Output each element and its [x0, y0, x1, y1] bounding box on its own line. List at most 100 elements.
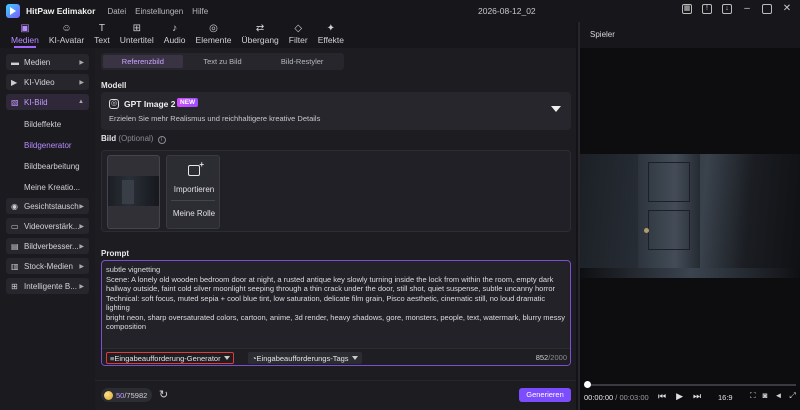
prompt-tags-button[interactable]: ◔ Eingabeaufforderungs-Tags: [248, 352, 362, 364]
menu-bar: Datei Einstellungen Hilfe: [107, 7, 208, 16]
feedback-icon[interactable]: !: [702, 4, 712, 14]
playback-controls: ⏮ ▶ ⏭: [658, 391, 701, 402]
model-description: Erzielen Sie mehr Realismus und reichhal…: [109, 114, 321, 123]
player-title: Spieler: [580, 22, 800, 48]
prompt-section-label: Prompt: [101, 249, 129, 258]
current-time: 00:00:00: [584, 393, 614, 402]
reference-image-thumbnail[interactable]: [107, 155, 160, 229]
chevron-up-icon: ▲: [78, 99, 84, 105]
close-icon[interactable]: ✕: [782, 4, 792, 14]
sidebar-subitem-bildeffekte[interactable]: Bildeffekte: [24, 114, 89, 135]
prompt-input[interactable]: subtle vignetting Scene: A lonely old wo…: [101, 260, 571, 366]
media-icon: ▣: [20, 23, 30, 34]
expand-icon[interactable]: ⤢: [789, 391, 795, 401]
app-logo-icon: [6, 4, 20, 18]
sidebar-item-ki-video[interactable]: ▶ KI-Video ▶: [6, 74, 89, 90]
divider: [171, 200, 215, 201]
tool-untertitel[interactable]: ⊞ Untertitel: [115, 22, 159, 48]
effects-icon: ✦: [326, 23, 336, 34]
transition-icon: ⇄: [255, 23, 265, 34]
tab-text-zu-bild[interactable]: Text zu Bild: [183, 55, 263, 68]
volume-icon[interactable]: ◄: [774, 391, 782, 401]
mode-tabs: Referenzbild Text zu Bild Bild-Restyler: [101, 53, 344, 70]
chevron-down-icon[interactable]: [551, 106, 561, 112]
seek-bar[interactable]: [586, 384, 796, 386]
chevron-right-icon: ▶: [79, 243, 84, 250]
sidebar-item-bildverbesserer[interactable]: ▤ Bildverbesser... ▶: [6, 238, 89, 254]
audio-icon: ♪: [172, 23, 178, 34]
sidebar-item-medien[interactable]: ▬ Medien ▶: [6, 54, 89, 70]
video-ai-icon: ▶: [11, 77, 18, 87]
step-forward-icon[interactable]: ⏭: [693, 391, 701, 402]
image-upload-area: Importieren Meine Rolle: [101, 150, 571, 232]
import-button[interactable]: Importieren Meine Rolle: [166, 155, 220, 229]
download-icon[interactable]: ↓: [722, 4, 732, 14]
tool-uebergang[interactable]: ⇄ Übergang: [236, 22, 283, 48]
fullscreen-icon[interactable]: ⛶: [750, 391, 756, 401]
menu-datei[interactable]: Datei: [107, 7, 126, 16]
sidebar-item-gesichtstausch[interactable]: ◉ Gesichtstausch ▶: [6, 198, 89, 214]
tab-bild-restyler[interactable]: Bild-Restyler: [262, 55, 342, 68]
door-panel-bottom: [648, 210, 690, 250]
model-selector[interactable]: ◎ GPT Image 2 NEW Erzielen Sie mehr Real…: [101, 92, 571, 130]
video-preview[interactable]: [580, 154, 800, 278]
sidebar-subitem-bildgenerator[interactable]: Bildgenerator: [24, 135, 89, 156]
credits-used: 50: [116, 390, 125, 400]
model-section-label: Modell: [101, 81, 127, 90]
optional-label: (Optional): [118, 134, 154, 143]
tool-audio[interactable]: ♪ Audio: [159, 22, 191, 48]
tool-elemente[interactable]: ◎ Elemente: [191, 22, 237, 48]
total-time: / 00:03:00: [615, 393, 649, 402]
main-toolbar: ▣ Medien ☺ KI-Avatar T Text ⊞ Untertitel ♪ Au…: [0, 22, 576, 48]
generate-button[interactable]: Generieren: [519, 388, 571, 402]
tool-filter[interactable]: ◇ Filter: [284, 22, 313, 48]
app-name: HitPaw Edimakor: [26, 6, 96, 16]
info-icon[interactable]: i: [157, 136, 166, 144]
refresh-icon[interactable]: ↻: [159, 388, 168, 401]
image-enhance-icon: ▤: [11, 241, 19, 251]
my-role-button[interactable]: Meine Rolle: [167, 209, 221, 218]
sidebar-item-videoverstaerker[interactable]: ▭ Videoverstärk... ▶: [6, 218, 89, 234]
import-label: Importieren: [173, 185, 215, 194]
tool-ki-avatar[interactable]: ☺ KI-Avatar: [44, 22, 89, 48]
menu-hilfe[interactable]: Hilfe: [192, 7, 208, 16]
text-icon: T: [98, 23, 106, 34]
time-display: 00:00:00 / 00:03:00: [584, 393, 649, 402]
sidebar-item-intelligente[interactable]: ⊞ Intelligente B... ▶: [6, 278, 89, 294]
snapshot-icon[interactable]: ◙: [763, 391, 768, 401]
layout-icon[interactable]: ▦: [682, 4, 692, 14]
tab-referenzbild[interactable]: Referenzbild: [103, 55, 183, 68]
credits-badge[interactable]: 50 /75982: [101, 388, 153, 402]
sidebar-item-ki-bild[interactable]: ▧ KI-Bild ▲: [6, 94, 89, 110]
door-knob: [644, 228, 649, 233]
chevron-down-icon: [223, 356, 230, 360]
document-title: 2026-08-12_02: [478, 6, 536, 16]
tool-text[interactable]: T Text: [89, 22, 115, 48]
chevron-right-icon: ▶: [79, 59, 84, 66]
prompt-generator-button[interactable]: ≡ Eingabeaufforderung-Generator: [106, 352, 234, 364]
aspect-ratio-select[interactable]: 16:9: [718, 393, 733, 402]
model-name: GPT Image 2: [124, 99, 176, 109]
preview-floor: [580, 268, 800, 278]
smart-icon: ⊞: [11, 281, 18, 291]
sidebar-subitem-bildbearbeitung[interactable]: Bildbearbeitung: [24, 156, 89, 177]
thumbnail-image: [108, 176, 159, 206]
tool-medien[interactable]: ▣ Medien: [6, 22, 44, 48]
avatar-icon: ☺: [61, 23, 72, 34]
menu-einstellungen[interactable]: Einstellungen: [135, 7, 183, 16]
prompt-text[interactable]: subtle vignetting Scene: A lonely old wo…: [106, 265, 568, 332]
tool-effekte[interactable]: ✦ Effekte: [313, 22, 349, 48]
filter-icon: ◇: [294, 23, 303, 34]
sidebar-item-stock-medien[interactable]: ▥ Stock-Medien ▶: [6, 258, 89, 274]
maximize-icon[interactable]: [762, 4, 772, 14]
sidebar-subitem-meine-kreationen[interactable]: Meine Kreatio...: [24, 177, 89, 198]
image-label: Bild: [101, 134, 117, 143]
new-badge: NEW: [177, 98, 199, 107]
play-icon[interactable]: ▶: [676, 391, 683, 402]
step-back-icon[interactable]: ⏮: [658, 391, 666, 402]
video-enhance-icon: ▭: [11, 221, 19, 231]
folder-icon: ▬: [11, 57, 19, 67]
seek-handle[interactable]: [584, 381, 591, 388]
chevron-right-icon: ▶: [79, 263, 84, 270]
minimize-icon[interactable]: –: [742, 4, 752, 14]
